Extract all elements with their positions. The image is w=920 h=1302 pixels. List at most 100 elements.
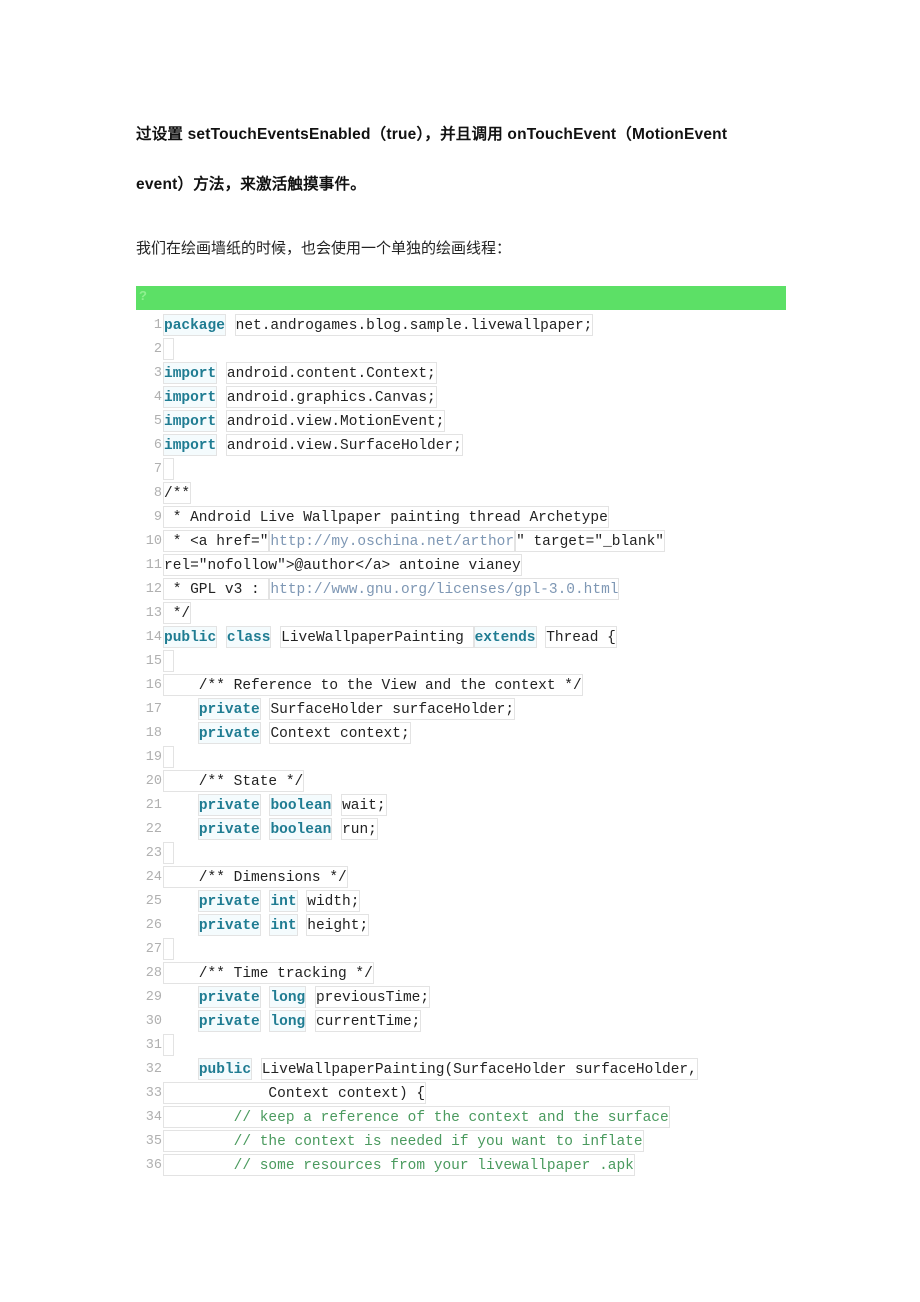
- code-token-pl: run;: [341, 818, 378, 840]
- code-token-kw: private: [197, 818, 261, 840]
- token-gap: [217, 630, 226, 646]
- line-content: /** State */: [163, 770, 786, 794]
- code-line: 24 /** Dimensions */: [136, 866, 786, 890]
- token-gap: [298, 918, 307, 934]
- line-content: // the context is needed if you want to …: [163, 1130, 786, 1154]
- paragraph-bold: 过设置 setTouchEventsEnabled（true），并且调用 onT…: [136, 110, 786, 210]
- line-content: /** Time tracking */: [163, 962, 786, 986]
- token-gap: [261, 990, 270, 1006]
- line-number: 28: [145, 966, 162, 981]
- token-gap: [306, 1014, 315, 1030]
- document-content: 过设置 setTouchEventsEnabled（true），并且调用 onT…: [136, 110, 786, 1178]
- code-line: 30 private long currentTime;: [136, 1010, 786, 1034]
- line-number: 23: [145, 846, 162, 861]
- line-number: 35: [145, 1134, 162, 1149]
- code-token-blank: [163, 746, 174, 768]
- token-gap: [217, 438, 226, 454]
- line-number: 14: [145, 630, 162, 645]
- paragraph-bold-line: 过设置 setTouchEventsEnabled（true），并且调用 onT…: [136, 126, 728, 143]
- code-token-kw: long: [269, 986, 307, 1008]
- token-gap: [163, 822, 198, 838]
- code-token-lnk: http://www.gnu.org/licenses/gpl-3.0.html: [269, 578, 620, 600]
- code-line: 26 private int height;: [136, 914, 786, 938]
- line-number: 5: [153, 414, 162, 429]
- code-line: 21 private boolean wait;: [136, 794, 786, 818]
- token-gap: [261, 702, 270, 718]
- code-token-kw: import: [163, 362, 218, 384]
- line-number: 4: [153, 390, 162, 405]
- line-content: [163, 746, 786, 770]
- code-token-blank: [163, 338, 174, 360]
- code-token-pl: android.content.Context;: [225, 362, 437, 384]
- line-number: 11: [145, 558, 162, 573]
- code-line: 22 private boolean run;: [136, 818, 786, 842]
- token-gap: [163, 894, 198, 910]
- token-gap: [306, 990, 315, 1006]
- line-content: private long previousTime;: [163, 986, 786, 1010]
- code-token-pl: currentTime;: [314, 1010, 422, 1032]
- line-content: private Context context;: [163, 722, 786, 746]
- line-content: import android.view.MotionEvent;: [163, 410, 786, 434]
- code-token-cmt-d: */: [163, 602, 192, 624]
- line-content: // keep a reference of the context and t…: [163, 1106, 786, 1130]
- line-content: [163, 338, 786, 362]
- code-line: 23: [136, 842, 786, 866]
- line-number: 21: [145, 798, 162, 813]
- token-gap: [217, 414, 226, 430]
- code-line: 8/**: [136, 482, 786, 506]
- code-line: 33 Context context) {: [136, 1082, 786, 1106]
- code-line: 28 /** Time tracking */: [136, 962, 786, 986]
- line-content: private boolean wait;: [163, 794, 786, 818]
- code-token-blank: [163, 938, 174, 960]
- line-content: [163, 1034, 786, 1058]
- code-token-pl: LiveWallpaperPainting(SurfaceHolder surf…: [260, 1058, 698, 1080]
- token-gap: [163, 726, 198, 742]
- code-token-kw: extends: [473, 626, 537, 648]
- code-token-kw: private: [197, 986, 261, 1008]
- code-line: 16 /** Reference to the View and the con…: [136, 674, 786, 698]
- token-gap: [261, 726, 270, 742]
- line-content: // some resources from your livewallpape…: [163, 1154, 786, 1178]
- line-number: 31: [145, 1038, 162, 1053]
- line-content: import android.view.SurfaceHolder;: [163, 434, 786, 458]
- token-gap: [261, 894, 270, 910]
- line-content: private int height;: [163, 914, 786, 938]
- line-number: 7: [153, 462, 162, 477]
- code-token-kw: int: [269, 890, 298, 912]
- code-token-blank: [163, 650, 174, 672]
- code-token-kw: class: [225, 626, 272, 648]
- code-token-pl: android.graphics.Canvas;: [225, 386, 437, 408]
- line-content: private long currentTime;: [163, 1010, 786, 1034]
- line-number: 36: [145, 1158, 162, 1173]
- code-token-kw: private: [197, 914, 261, 936]
- line-content: private int width;: [163, 890, 786, 914]
- code-token-blank: [163, 1034, 174, 1056]
- line-number: 24: [145, 870, 162, 885]
- code-line: 34 // keep a reference of the context an…: [136, 1106, 786, 1130]
- code-line: 4 import android.graphics.Canvas;: [136, 386, 786, 410]
- code-line: 2: [136, 338, 786, 362]
- line-content: /** Dimensions */: [163, 866, 786, 890]
- line-number: 32: [145, 1062, 162, 1077]
- code-token-kw: boolean: [269, 794, 333, 816]
- code-token-pl: android.view.SurfaceHolder;: [225, 434, 463, 456]
- line-number: 6: [153, 438, 162, 453]
- paragraph-bold-line: event）方法，来激活触摸事件。: [136, 176, 366, 193]
- code-token-pl: Context context) {: [163, 1082, 427, 1104]
- line-number: 29: [145, 990, 162, 1005]
- line-number: 25: [145, 894, 162, 909]
- code-line: 10 * <a href=" http://my.oschina.net/arth…: [136, 530, 786, 554]
- code-token-cmt-d: /** Reference to the View and the contex…: [163, 674, 583, 696]
- token-gap: [261, 822, 270, 838]
- token-gap: [261, 1014, 270, 1030]
- code-toolbar[interactable]: ?: [136, 286, 786, 310]
- code-token-pl: LiveWallpaperPainting: [280, 626, 474, 648]
- question-mark-icon[interactable]: ?: [139, 286, 147, 306]
- token-gap: [332, 798, 341, 814]
- token-gap: [163, 918, 198, 934]
- line-content: * GPL v3 : http://www.gnu.org/licenses/g…: [163, 578, 786, 602]
- code-token-cmt: // keep a reference of the context and t…: [163, 1106, 670, 1128]
- code-token-pl: previousTime;: [314, 986, 431, 1008]
- code-line: 14 public class LiveWallpaperPainting ext…: [136, 626, 786, 650]
- code-token-kw: public: [197, 1058, 253, 1080]
